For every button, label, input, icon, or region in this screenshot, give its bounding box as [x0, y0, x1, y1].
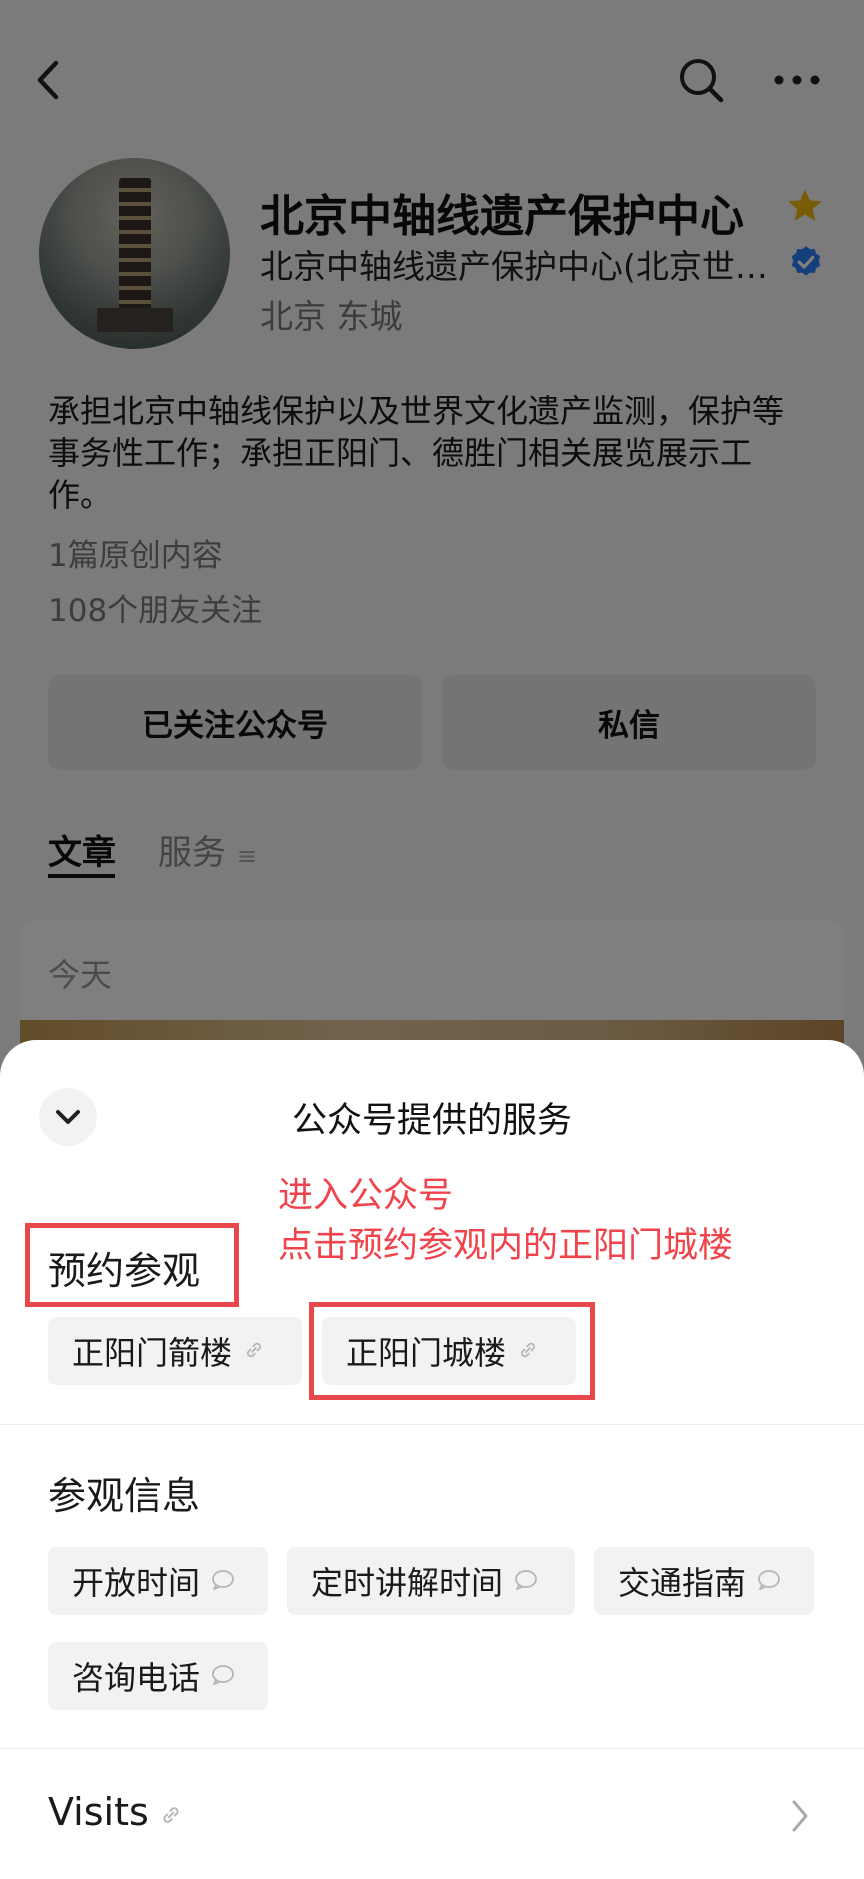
message-bubble-icon — [210, 1657, 236, 1695]
chip-transport-guide[interactable]: 交通指南 — [594, 1547, 814, 1615]
visits-label: Visits — [48, 1790, 149, 1834]
chip-label: 咨询电话 — [72, 1659, 201, 1697]
services-sheet: 公众号提供的服务 进入公众号 点击预约参观内的正阳门城楼 预约参观 正阳门箭楼 … — [0, 1040, 864, 1879]
chip-guided-tour-times[interactable]: 定时讲解时间 — [287, 1547, 575, 1615]
chip-zhengyangmen-jianlou[interactable]: 正阳门箭楼 — [48, 1317, 302, 1385]
chip-contact-phone[interactable]: 咨询电话 — [48, 1642, 268, 1710]
chip-opening-hours[interactable]: 开放时间 — [48, 1547, 268, 1615]
info-section-title: 参观信息 — [48, 1474, 201, 1518]
annotation-line-1: 进入公众号 — [278, 1176, 454, 1216]
chip-label: 正阳门箭楼 — [72, 1334, 233, 1372]
section-divider — [0, 1748, 864, 1749]
highlight-box-booking — [25, 1223, 239, 1307]
link-icon — [158, 1802, 184, 1832]
message-bubble-icon — [210, 1562, 236, 1600]
link-icon — [242, 1332, 266, 1370]
message-bubble-icon — [756, 1562, 782, 1600]
sheet-title: 公众号提供的服务 — [291, 1101, 572, 1141]
highlight-box-chenglou — [309, 1302, 595, 1400]
message-bubble-icon — [513, 1562, 539, 1600]
chip-label: 交通指南 — [618, 1564, 747, 1602]
section-divider — [0, 1424, 864, 1425]
chip-label: 定时讲解时间 — [311, 1564, 504, 1602]
visits-row[interactable]: Visits — [0, 1770, 864, 1870]
chip-label: 开放时间 — [72, 1564, 201, 1602]
chevron-right-icon — [788, 1796, 812, 1840]
annotation-line-2: 点击预约参观内的正阳门城楼 — [278, 1226, 734, 1266]
